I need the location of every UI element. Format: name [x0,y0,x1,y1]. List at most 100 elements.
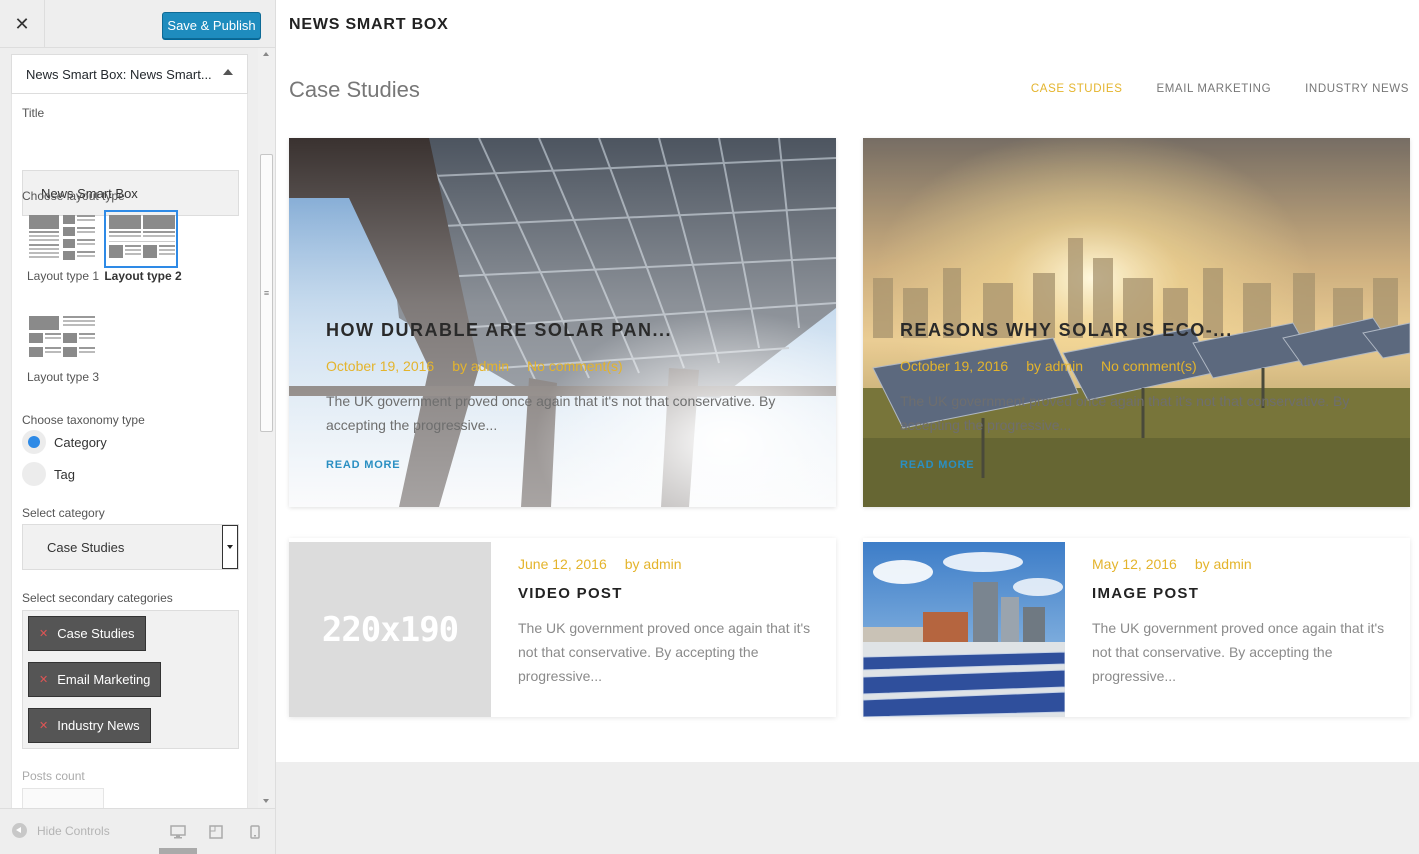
post-date[interactable]: October 19, 2016 [900,358,1008,374]
desktop-icon[interactable] [170,825,186,839]
tab-email-marketing[interactable]: EMAIL MARKETING [1156,83,1271,95]
radio-category-label: Category [54,434,107,450]
category-tabs: CASE STUDIES EMAIL MARKETING INDUSTRY NE… [997,83,1409,95]
post-body: June 12, 2016 by admin VIDEO POST The UK … [518,556,818,688]
radio-button-unchecked[interactable] [22,462,46,486]
customizer-sidebar: ✕ Save & Publish News Smart Box: News Sm… [0,0,276,854]
tag-chip[interactable]: ✕ Industry News [28,708,151,743]
widget-form: Title News Smart Box Choose layout type [11,94,248,808]
featured-post-card[interactable]: REASONS WHY SOLAR IS ECO-... October 19,… [863,138,1410,507]
taxonomy-type-label: Choose taxonomy type [22,413,145,427]
scroll-down-arrow-icon[interactable] [263,799,269,803]
customizer-footer: Hide Controls [0,808,275,854]
featured-post-card[interactable]: HOW DURABLE ARE SOLAR PAN... October 19,… [289,138,836,507]
controls-scroll-area: News Smart Box: News Smart... Title News… [0,48,275,808]
scroll-up-arrow-icon[interactable] [263,52,269,56]
post-date[interactable]: June 12, 2016 [518,556,607,572]
post-author[interactable]: by admin [452,358,509,374]
close-icon[interactable]: ✕ [0,0,45,48]
layout-option-3[interactable]: Layout type 3 [24,311,102,384]
news-box-title: Case Studies [289,77,420,102]
remove-tag-icon[interactable]: ✕ [39,719,48,732]
layout-1-thumbnail-icon[interactable] [24,210,98,268]
site-preview: NEWS SMART BOX Case Studies CASE STUDIES… [276,0,1419,854]
post-card[interactable]: May 12, 2016 by admin IMAGE POST The UK g… [863,538,1410,717]
post-author[interactable]: by admin [1195,556,1252,572]
layout-type-label: Choose layout type [22,189,125,203]
post-comments[interactable]: No comment(s) [527,358,623,374]
post-date[interactable]: October 19, 2016 [326,358,434,374]
save-publish-button[interactable]: Save & Publish [162,12,261,39]
layout-1-label: Layout type 1 [26,269,100,283]
featured-post-excerpt: The UK government proved once again that… [900,393,1350,433]
tab-industry-news[interactable]: INDUSTRY NEWS [1305,83,1409,95]
tablet-icon[interactable] [209,825,223,839]
read-more-link[interactable]: READ MORE [326,459,796,471]
tag-chip-label: Industry News [57,718,140,733]
featured-post-excerpt: The UK government proved once again that… [326,393,776,433]
placeholder-image: 220x190 [289,542,491,717]
post-thumbnail[interactable]: 220x190 [289,542,491,717]
post-meta: June 12, 2016 by admin [518,556,818,572]
tag-chip[interactable]: ✕ Email Marketing [28,662,162,697]
collapse-caret-icon[interactable] [223,69,233,75]
layout-2-thumbnail-icon[interactable] [104,210,178,268]
post-date[interactable]: May 12, 2016 [1092,556,1177,572]
featured-post-meta: October 19, 2016 by admin No comment(s) [326,358,796,374]
radio-category[interactable]: Category [22,430,107,454]
widget-heading: NEWS SMART BOX [289,16,449,33]
category-select[interactable]: Case Studies [22,524,239,570]
layout-option-2[interactable]: Layout type 2 [104,210,182,283]
layout-3-label: Layout type 3 [26,370,100,384]
posts-count-label: Posts count [22,769,85,783]
active-device-indicator [159,848,197,854]
customizer-header: ✕ Save & Publish [0,0,275,48]
posts-count-input[interactable] [22,788,104,808]
collapse-arrow-icon [12,823,27,838]
featured-post-meta: October 19, 2016 by admin No comment(s) [900,358,1370,374]
post-comments[interactable]: No comment(s) [1101,358,1197,374]
remove-tag-icon[interactable]: ✕ [39,627,48,640]
hide-controls-label: Hide Controls [37,823,110,838]
section-title-prefix: News Smart Box: [26,66,127,82]
scrollbar-thumb[interactable]: ≡ [260,154,273,432]
post-card[interactable]: 220x190 June 12, 2016 by admin VIDEO POST… [289,538,836,717]
layout-3-thumbnail-icon[interactable] [24,311,98,369]
select-category-label: Select category [22,506,105,520]
featured-post-title[interactable]: REASONS WHY SOLAR IS ECO-... [900,320,1370,341]
hide-controls-button[interactable]: Hide Controls [12,823,110,838]
radio-button-checked[interactable] [22,430,46,454]
post-excerpt: The UK government proved once again that… [518,620,811,684]
widget-section-header[interactable]: News Smart Box: News Smart... [11,54,248,94]
secondary-categories-label: Select secondary categories [22,591,173,605]
post-author[interactable]: by admin [625,556,682,572]
rooftop-solar-image [863,542,1065,717]
post-title[interactable]: VIDEO POST [518,585,818,602]
tag-chip-label: Case Studies [57,626,135,641]
layout-option-1[interactable]: Layout type 1 [24,210,102,283]
preview-footer-area [276,762,1419,854]
tag-chip-label: Email Marketing [57,672,151,687]
tag-chip[interactable]: ✕ Case Studies [28,616,146,651]
radio-tag[interactable]: Tag [22,462,75,486]
featured-post-overlay: HOW DURABLE ARE SOLAR PAN... October 19,… [326,320,796,471]
read-more-link[interactable]: READ MORE [900,459,1370,471]
title-label: Title [22,106,45,120]
post-author[interactable]: by admin [1026,358,1083,374]
post-title[interactable]: IMAGE POST [1092,585,1392,602]
post-body: May 12, 2016 by admin IMAGE POST The UK g… [1092,556,1392,688]
mobile-icon[interactable] [250,825,260,839]
radio-tag-label: Tag [54,466,75,482]
section-title-name: News Smart... [130,66,212,82]
featured-post-overlay: REASONS WHY SOLAR IS ECO-... October 19,… [900,320,1370,471]
post-meta: May 12, 2016 by admin [1092,556,1392,572]
post-excerpt: The UK government proved once again that… [1092,620,1385,684]
featured-post-title[interactable]: HOW DURABLE ARE SOLAR PAN... [326,320,796,341]
category-select-value: Case Studies [47,539,125,555]
layout-2-label: Layout type 2 [104,269,182,283]
secondary-categories-multiselect[interactable]: ✕ Case Studies ✕ Email Marketing ✕ Indus… [22,610,239,749]
remove-tag-icon[interactable]: ✕ [39,673,48,686]
tab-case-studies[interactable]: CASE STUDIES [1031,83,1123,95]
post-thumbnail[interactable] [863,542,1065,717]
dropdown-arrow-icon[interactable] [222,525,238,569]
